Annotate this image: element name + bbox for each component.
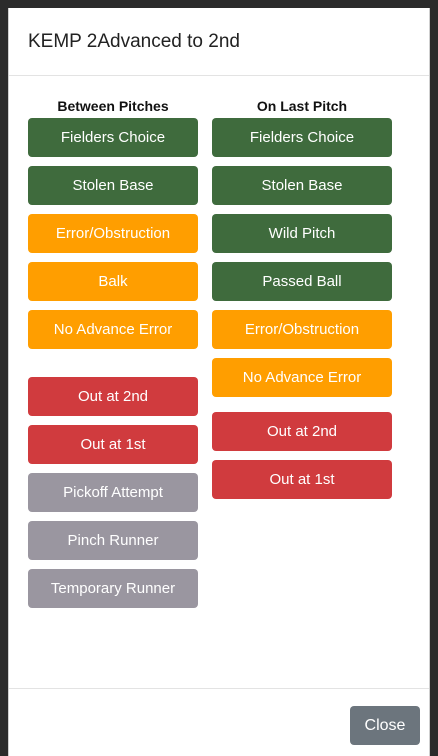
right-no-advance-error-button[interactable]: No Advance Error [212,358,392,397]
left-out-at-2nd-button[interactable]: Out at 2nd [28,377,198,416]
left-error-obstruction-button[interactable]: Error/Obstruction [28,214,198,253]
on-last-pitch-heading: On Last Pitch [256,98,348,114]
screen-frame: KEMP 2Advanced to 2nd Between Pitches Fi… [0,0,438,756]
temporary-runner-button[interactable]: Temporary Runner [28,569,198,608]
passed-ball-button[interactable]: Passed Ball [212,262,392,301]
right-out-at-1st-button[interactable]: Out at 1st [212,460,392,499]
between-pitches-column: Between Pitches Fielders Choice Stolen B… [28,96,198,617]
between-pitches-heading: Between Pitches [57,98,169,114]
left-fielders-choice-button[interactable]: Fielders Choice [28,118,198,157]
close-button[interactable]: Close [350,706,420,745]
pickoff-attempt-button[interactable]: Pickoff Attempt [28,473,198,512]
right-stolen-base-button[interactable]: Stolen Base [212,166,392,205]
wild-pitch-button[interactable]: Wild Pitch [212,214,392,253]
modal-header: KEMP 2Advanced to 2nd [9,8,429,76]
on-last-pitch-column: On Last Pitch Fielders Choice Stolen Bas… [212,96,392,508]
left-balk-button[interactable]: Balk [28,262,198,301]
left-stolen-base-button[interactable]: Stolen Base [28,166,198,205]
pinch-runner-button[interactable]: Pinch Runner [28,521,198,560]
right-error-obstruction-button[interactable]: Error/Obstruction [212,310,392,349]
right-out-at-2nd-button[interactable]: Out at 2nd [212,412,392,451]
modal-title: KEMP 2Advanced to 2nd [28,30,240,52]
left-out-at-1st-button[interactable]: Out at 1st [28,425,198,464]
right-fielders-choice-button[interactable]: Fielders Choice [212,118,392,157]
advance-runner-modal: KEMP 2Advanced to 2nd Between Pitches Fi… [8,8,430,756]
left-no-advance-error-button[interactable]: No Advance Error [28,310,198,349]
modal-footer [9,688,429,689]
